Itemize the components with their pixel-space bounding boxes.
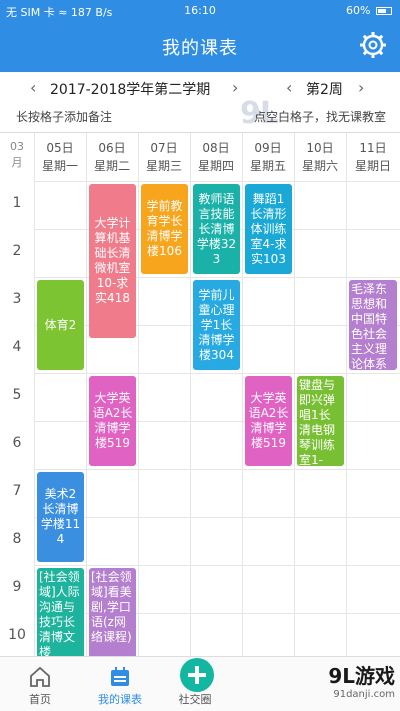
status-time: 16:10 — [184, 4, 216, 17]
grid-line — [34, 517, 400, 518]
course-card[interactable]: [社会领域]人际沟通与技巧长清博文楼 — [37, 568, 84, 656]
plus-icon — [188, 666, 206, 684]
battery-icon — [376, 7, 392, 15]
course-card[interactable]: 学前教育学长清博学楼106 — [141, 184, 188, 274]
grid-line — [34, 133, 35, 656]
prev-week-chevron-icon[interactable]: ‹ — [286, 78, 292, 97]
home-icon — [30, 666, 50, 687]
nav-schedule[interactable]: 我的课表 — [85, 657, 155, 711]
grid-line — [138, 133, 139, 656]
grid-line — [242, 133, 243, 656]
period-number: 3 — [12, 291, 22, 307]
status-bar: 无 SIM 卡 ≈ 187 B/s 16:10 60% — [0, 0, 400, 22]
period-number: 2 — [12, 243, 22, 259]
day-header-thu: 08日星期四 — [190, 133, 242, 181]
day-date: 10日 — [306, 141, 334, 155]
course-card[interactable]: 舞蹈1长清形体训练室4-求实103 — [245, 184, 292, 274]
month-label: 03 月 — [0, 133, 34, 181]
period-number: 7 — [12, 483, 22, 499]
nav-schedule-label: 我的课表 — [98, 693, 142, 706]
period-number: 4 — [12, 339, 22, 355]
watermark-brand: 9L游戏 — [328, 664, 395, 688]
prev-term-chevron-icon[interactable]: ‹ — [30, 78, 36, 97]
day-weekday: 星期四 — [197, 159, 234, 173]
day-date: 07日 — [150, 141, 178, 155]
hint-row: 长按格子添加备注 点空白格子，找无课教室 — [0, 106, 400, 126]
day-date: 05日 — [46, 141, 74, 155]
gear-icon[interactable] — [358, 30, 388, 60]
course-card[interactable]: 大学英语A2长清博学楼519 — [89, 376, 136, 466]
period-number: 6 — [12, 435, 22, 451]
period-number: 9 — [12, 579, 22, 595]
course-card[interactable]: 键盘与即兴弹唱1长清电钢琴训练室1- — [297, 376, 344, 466]
day-header-sat: 10日星期六 — [294, 133, 346, 181]
grid-line — [34, 565, 400, 566]
watermark-site: 91danji.com — [333, 689, 395, 700]
month-text: 03 月 — [10, 140, 24, 169]
nav-social-label: 社交圈 — [178, 693, 212, 706]
period-number: 10 — [8, 627, 26, 643]
course-card[interactable]: 教师语言技能长清博学楼323 — [193, 184, 240, 274]
next-week-chevron-icon[interactable]: › — [358, 78, 364, 97]
grid-line — [34, 373, 400, 374]
grid-line — [190, 133, 191, 656]
course-card[interactable]: 毛泽东思想和中国特色社会主义理论体系 — [349, 280, 397, 370]
day-weekday: 星期二 — [93, 159, 130, 173]
schedule-grid: 03 月 05日 星期一 06日 星期二 07日 星期三 08日 星期四 09日 星期五 … — [0, 132, 400, 656]
day-header-fri: 09日星期五 — [242, 133, 294, 181]
day-weekday: 星期六 — [301, 159, 338, 173]
day-header-tue: 06日星期二 — [86, 133, 138, 181]
day-date: 06日 — [98, 141, 126, 155]
day-weekday: 星期五 — [249, 159, 286, 173]
day-header-wed: 07日星期三 — [138, 133, 190, 181]
grid-line — [34, 181, 400, 182]
grid-line — [86, 133, 87, 656]
grid-line — [294, 133, 295, 656]
week-label[interactable]: 第2周 — [306, 79, 343, 99]
social-plus-icon[interactable] — [180, 658, 214, 692]
grid-line — [34, 469, 400, 470]
course-card[interactable]: 美术2长清博学楼114 — [37, 472, 84, 562]
term-selector-row: ‹ 2017-2018学年第二学期 › ‹ 第2周 › — [0, 76, 400, 102]
calendar-icon — [111, 667, 129, 686]
app-header: 无 SIM 卡 ≈ 187 B/s 16:10 60% 我的课表 — [0, 0, 400, 72]
status-battery: 60% — [346, 4, 392, 17]
day-date: 11日 — [359, 141, 387, 155]
day-date: 09日 — [254, 141, 282, 155]
period-number: 1 — [12, 195, 22, 211]
battery-percent: 60% — [346, 4, 371, 17]
period-number: 8 — [12, 531, 22, 547]
day-date: 08日 — [202, 141, 230, 155]
watermark-logo: 9L游戏 91danji.com — [275, 660, 395, 708]
day-header-mon: 05日星期一 — [34, 133, 86, 181]
day-weekday: 星期日 — [354, 159, 391, 173]
day-weekday: 星期一 — [41, 159, 78, 173]
course-card[interactable]: 大学英语A2长清博学楼519 — [245, 376, 292, 466]
term-label[interactable]: 2017-2018学年第二学期 — [50, 79, 210, 99]
next-term-chevron-icon[interactable]: › — [232, 78, 238, 97]
hint-add-note: 长按格子添加备注 — [16, 110, 113, 124]
nav-home[interactable]: 首页 — [10, 657, 70, 711]
course-card[interactable]: [社会领域]看美剧,学口语(z网络课程) — [89, 568, 136, 656]
grid-line — [346, 133, 347, 656]
day-header-sun: 11日星期日 — [346, 133, 400, 181]
nav-home-label: 首页 — [29, 693, 51, 706]
course-card[interactable]: 学前儿童心理学1长清博学楼304 — [193, 280, 240, 370]
course-card[interactable]: 大学计算机基础长清微机室10-求实418 — [89, 184, 136, 338]
hint-find-room: 点空白格子，找无课教室 — [253, 110, 386, 124]
period-number: 5 — [12, 387, 22, 403]
day-weekday: 星期三 — [145, 159, 182, 173]
page-title: 我的课表 — [162, 38, 238, 59]
course-card[interactable]: 体育2 — [37, 280, 84, 370]
